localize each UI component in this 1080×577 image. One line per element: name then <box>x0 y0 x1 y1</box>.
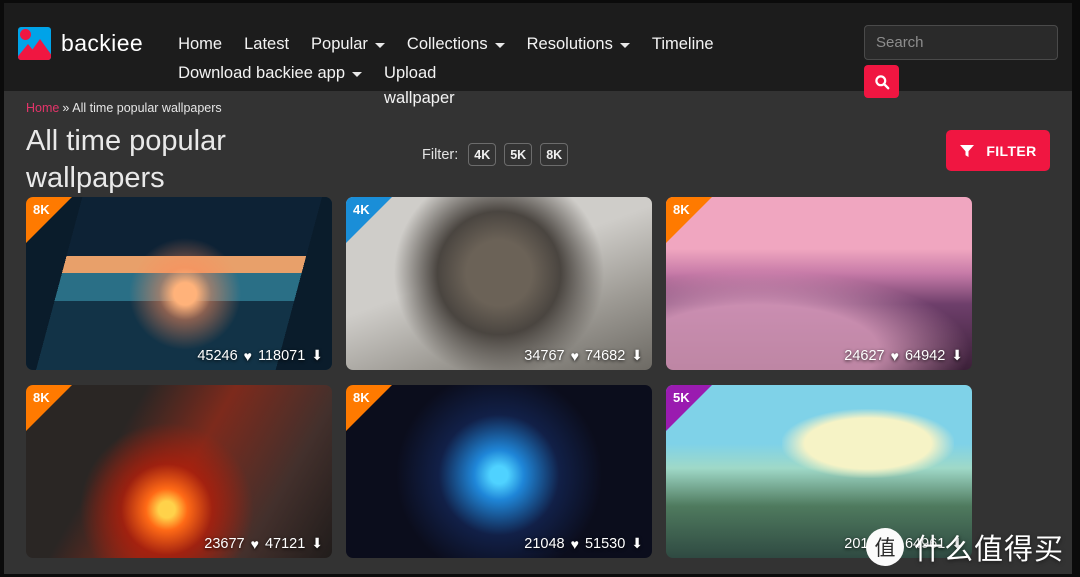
nav-item-label: Timeline <box>652 32 714 57</box>
like-count: 23677 <box>204 536 244 552</box>
chevron-down-icon <box>375 43 385 48</box>
breadcrumb-current: All time popular wallpapers <box>72 101 221 115</box>
nav-item-resolutions[interactable]: Resolutions <box>516 30 641 59</box>
filter-chip-4k[interactable]: 4K <box>468 143 496 166</box>
nav-item-label: Popular <box>311 32 368 57</box>
mountain-logo-icon <box>18 27 51 60</box>
wallpaper-stats: 21048 ♥ 51530 ⬇ <box>524 535 643 552</box>
like-count: 24627 <box>844 348 884 364</box>
search-input[interactable] <box>864 25 1058 60</box>
brand-logo[interactable]: backiee <box>18 16 143 60</box>
wallpaper-card[interactable]: 8K 21048 ♥ 51530 ⬇ <box>346 385 652 558</box>
watermark: 值 什么值得买 <box>866 526 1064 568</box>
wallpaper-grid: 8K 45246 ♥ 118071 ⬇ 4K 34767 ♥ 74682 ⬇ <box>18 197 1058 558</box>
filter-chip-8k[interactable]: 8K <box>540 143 568 166</box>
resolution-badge-label: 8K <box>673 202 690 217</box>
nav-item-collections[interactable]: Collections <box>396 30 516 59</box>
site-header: backiee Home Latest Popular Collections <box>4 3 1072 91</box>
wallpaper-stats: 34767 ♥ 74682 ⬇ <box>524 347 643 364</box>
download-icon: ⬇ <box>631 535 643 552</box>
download-icon: ⬇ <box>951 347 963 364</box>
nav-item-label: Collections <box>407 32 488 57</box>
title-row: All time popular wallpapers Filter: 4K 5… <box>18 119 1058 191</box>
funnel-icon <box>959 143 975 159</box>
breadcrumb-home-link[interactable]: Home <box>26 101 59 115</box>
wallpaper-card[interactable]: 8K 45246 ♥ 118071 ⬇ <box>26 197 332 370</box>
download-icon: ⬇ <box>311 535 323 552</box>
resolution-badge-label: 8K <box>33 390 50 405</box>
resolution-badge-label: 8K <box>33 202 50 217</box>
nav-item-label: Download backiee app <box>178 61 345 86</box>
like-count: 21048 <box>524 536 564 552</box>
search-area <box>864 16 1058 98</box>
resolution-filter-group: Filter: 4K 5K 8K <box>422 143 568 166</box>
watermark-logo-icon: 值 <box>866 528 904 566</box>
brand-name: backiee <box>61 30 143 57</box>
nav-item-label: Resolutions <box>527 32 613 57</box>
wallpaper-card[interactable]: 8K 23677 ♥ 47121 ⬇ <box>26 385 332 558</box>
page-content: Home»All time popular wallpapers All tim… <box>4 91 1072 558</box>
wallpaper-card[interactable]: 4K 34767 ♥ 74682 ⬇ <box>346 197 652 370</box>
browser-page: backiee Home Latest Popular Collections <box>4 3 1072 574</box>
breadcrumb: Home»All time popular wallpapers <box>18 91 1058 119</box>
nav-item-popular[interactable]: Popular <box>300 30 396 59</box>
nav-item-label: Latest <box>244 32 289 57</box>
download-count: 47121 <box>265 536 305 552</box>
chevron-down-icon <box>495 43 505 48</box>
heart-icon: ♥ <box>251 536 259 552</box>
search-icon <box>874 74 890 90</box>
download-icon: ⬇ <box>311 347 323 364</box>
nav-item-label: Home <box>178 32 222 57</box>
filter-button[interactable]: FILTER <box>946 130 1050 171</box>
wallpaper-card[interactable]: 8K 24627 ♥ 64942 ⬇ <box>666 197 972 370</box>
heart-icon: ♥ <box>571 536 579 552</box>
heart-icon: ♥ <box>244 348 252 364</box>
download-count: 51530 <box>585 536 625 552</box>
download-count: 118071 <box>258 348 305 364</box>
chevron-down-icon <box>352 72 362 77</box>
download-icon: ⬇ <box>631 347 643 364</box>
download-count: 64942 <box>905 348 945 364</box>
resolution-badge-label: 8K <box>353 390 370 405</box>
wallpaper-stats: 23677 ♥ 47121 ⬇ <box>204 535 323 552</box>
nav-item-timeline[interactable]: Timeline <box>641 30 725 59</box>
breadcrumb-separator: » <box>62 101 69 115</box>
nav-item-download-app[interactable]: Download backiee app <box>167 59 373 88</box>
like-count: 45246 <box>197 348 237 364</box>
resolution-badge-label: 4K <box>353 202 370 217</box>
nav-item-home[interactable]: Home <box>167 30 233 59</box>
filter-chip-5k[interactable]: 5K <box>504 143 532 166</box>
heart-icon: ♥ <box>891 348 899 364</box>
wallpaper-stats: 24627 ♥ 64942 ⬇ <box>844 347 963 364</box>
filter-label: Filter: <box>422 147 458 163</box>
nav-item-latest[interactable]: Latest <box>233 30 300 59</box>
like-count: 34767 <box>524 348 564 364</box>
watermark-text: 什么值得买 <box>914 526 1064 568</box>
wallpaper-stats: 45246 ♥ 118071 ⬇ <box>197 347 323 364</box>
heart-icon: ♥ <box>571 348 579 364</box>
chevron-down-icon <box>620 43 630 48</box>
download-count: 74682 <box>585 348 625 364</box>
resolution-badge-label: 5K <box>673 390 690 405</box>
filter-button-label: FILTER <box>986 143 1036 159</box>
page-title: All time popular wallpapers <box>26 123 346 196</box>
